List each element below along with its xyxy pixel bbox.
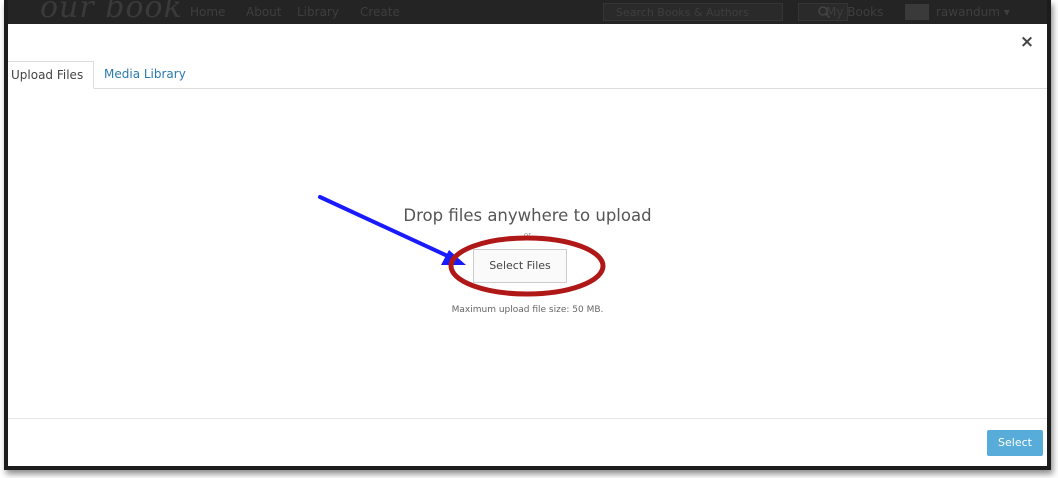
select-files-button[interactable]: Select Files <box>473 249 567 283</box>
media-upload-modal: × Upload Files Media Library Drop files … <box>8 24 1047 466</box>
avatar[interactable] <box>905 4 929 20</box>
nav-about-link[interactable]: About <box>246 5 281 19</box>
site-logo[interactable]: our book <box>40 0 183 24</box>
nav-library-link[interactable]: Library <box>297 5 339 19</box>
modal-tabs: Upload Files Media Library <box>8 61 1047 89</box>
select-button[interactable]: Select <box>987 430 1043 456</box>
max-upload-size-text: Maximum upload file size: 50 MB. <box>451 305 604 315</box>
tab-media-library[interactable]: Media Library <box>104 61 186 88</box>
drop-zone-title: Drop files anywhere to upload <box>403 206 652 225</box>
close-icon[interactable]: × <box>1019 34 1035 51</box>
nav-my-books-link[interactable]: My Books <box>826 5 883 19</box>
nav-search-input[interactable]: Search Books & Authors <box>603 3 783 21</box>
drop-zone-or: or <box>523 231 532 239</box>
nav-home-link[interactable]: Home <box>190 5 225 19</box>
nav-user-menu[interactable]: rawandum ▾ <box>936 5 1010 19</box>
nav-create-link[interactable]: Create <box>360 5 400 19</box>
modal-footer-divider <box>8 418 1047 419</box>
site-navbar: our book Home About Library Create Searc… <box>8 0 1047 24</box>
tab-upload-files[interactable]: Upload Files <box>8 61 94 89</box>
